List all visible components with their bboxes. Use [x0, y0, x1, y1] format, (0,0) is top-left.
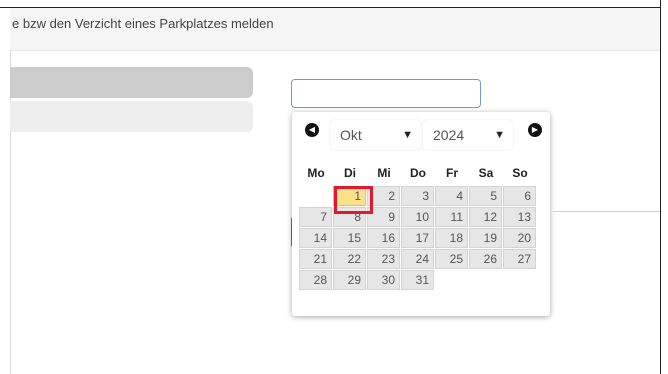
calendar-day-today[interactable]: 1 [333, 186, 366, 206]
calendar-day[interactable]: 14 [299, 228, 332, 248]
form-field-1[interactable] [10, 67, 253, 98]
calendar-day[interactable]: 13 [503, 207, 536, 227]
calendar-day[interactable]: 7 [299, 207, 332, 227]
calendar-day[interactable]: 23 [367, 249, 400, 269]
calendar-day[interactable]: 6 [503, 186, 536, 206]
panel-header: e bzw den Verzicht eines Parkplatzes mel… [10, 8, 660, 51]
calendar-day[interactable]: 19 [469, 228, 502, 248]
calendar-empty-cell [503, 270, 536, 290]
calendar-day[interactable]: 11 [435, 207, 468, 227]
calendar-day[interactable]: 27 [503, 249, 536, 269]
calendar-empty-cell [299, 186, 332, 206]
calendar-day[interactable]: 24 [401, 249, 434, 269]
calendar-day[interactable]: 22 [333, 249, 366, 269]
year-select[interactable]: 2024 ▼ [423, 120, 513, 150]
weekday-label: Sa [478, 166, 494, 180]
calendar-day[interactable]: 4 [435, 186, 468, 206]
calendar-day[interactable]: 18 [435, 228, 468, 248]
weekday-label: Mo [307, 166, 325, 180]
calendar-day[interactable]: 29 [333, 270, 366, 290]
calendar-day[interactable]: 9 [367, 207, 400, 227]
weekday-label: Fr [446, 166, 458, 180]
date-input[interactable] [291, 79, 481, 108]
calendar-week-row: 28 29 30 31 [299, 270, 537, 291]
weekday-header-row: Mo Di Mi Do Fr Sa So [299, 160, 537, 186]
chevron-down-icon: ▼ [494, 129, 505, 141]
calendar-day[interactable]: 2 [367, 186, 400, 206]
panel-left-border [10, 8, 11, 374]
calendar-day[interactable]: 25 [435, 249, 468, 269]
calendar-day[interactable]: 26 [469, 249, 502, 269]
calendar-day[interactable]: 21 [299, 249, 332, 269]
calendar-day[interactable]: 17 [401, 228, 434, 248]
form-field-2[interactable] [10, 101, 253, 132]
calendar-day[interactable]: 8 [333, 207, 366, 227]
calendar-week-row: 14 15 16 17 18 19 20 [299, 228, 537, 249]
panel-title: e bzw den Verzicht eines Parkplatzes mel… [12, 16, 274, 31]
weekday-label: Mi [377, 166, 391, 180]
calendar-day[interactable]: 31 [401, 270, 434, 290]
datepicker: ◀ Okt ▼ 2024 ▼ ▶ Mo Di Mi Do Fr Sa So 1 … [292, 112, 550, 316]
datepicker-header: ◀ Okt ▼ 2024 ▼ ▶ [292, 112, 550, 156]
weekday-label: Di [344, 166, 356, 180]
calendar-week-row: 7 8 9 10 11 12 13 [299, 207, 537, 228]
calendar-empty-cell [469, 270, 502, 290]
divider-line [553, 211, 660, 212]
year-select-value: 2024 [433, 127, 465, 143]
prev-month-icon[interactable]: ◀ [305, 123, 319, 137]
chevron-down-icon: ▼ [402, 129, 413, 141]
next-month-icon[interactable]: ▶ [528, 123, 542, 137]
calendar-day[interactable]: 15 [333, 228, 366, 248]
month-select[interactable]: Okt ▼ [330, 120, 421, 150]
window-right-border [660, 0, 668, 374]
calendar-day[interactable]: 30 [367, 270, 400, 290]
calendar-week-row: 21 22 23 24 25 26 27 [299, 249, 537, 270]
calendar-day[interactable]: 12 [469, 207, 502, 227]
weekday-label: Do [410, 166, 426, 180]
calendar-day[interactable]: 10 [401, 207, 434, 227]
calendar-empty-cell [435, 270, 468, 290]
calendar-day[interactable]: 20 [503, 228, 536, 248]
calendar-day[interactable]: 5 [469, 186, 502, 206]
calendar-day[interactable]: 16 [367, 228, 400, 248]
window-top-border [0, 0, 668, 8]
calendar-week-row: 1 2 3 4 5 6 [299, 186, 537, 207]
calendar-grid: Mo Di Mi Do Fr Sa So 1 2 3 4 5 6 7 8 9 1… [299, 160, 537, 291]
calendar-day[interactable]: 28 [299, 270, 332, 290]
weekday-label: So [512, 166, 528, 180]
month-select-value: Okt [340, 127, 362, 143]
calendar-day[interactable]: 3 [401, 186, 434, 206]
